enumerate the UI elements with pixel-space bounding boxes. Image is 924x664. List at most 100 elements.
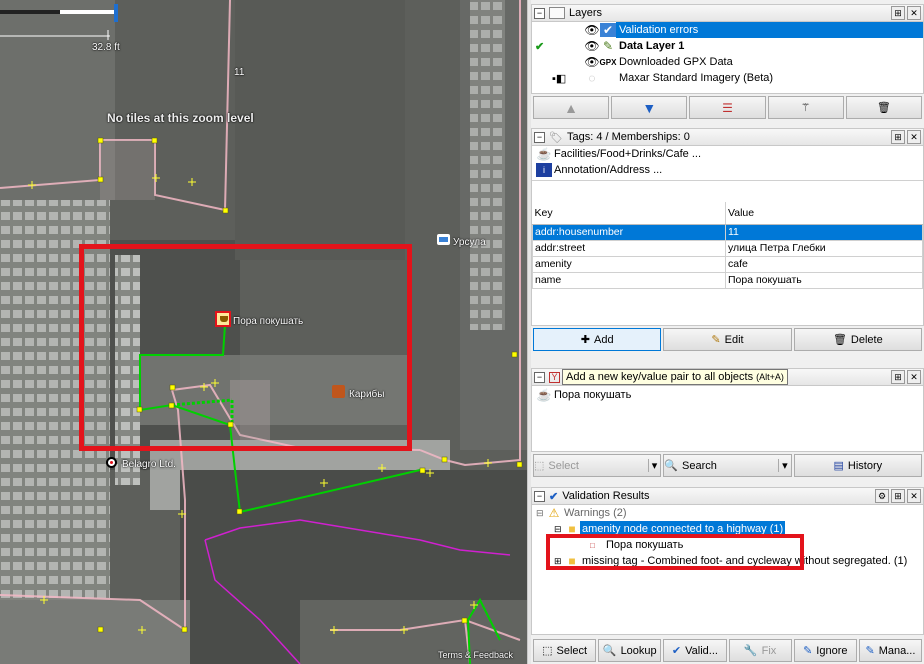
move-down-button[interactable]: ▼ [611,96,688,119]
preset-label: Facilities/Food+Drinks/Cafe ... [554,148,702,160]
select-icon: ⬚ [542,645,553,657]
history-icon: ▤ [833,460,844,472]
table-row[interactable]: amenity cafe [532,255,923,273]
validate-button[interactable]: ✔ Valid... [663,639,727,662]
search-button[interactable]: 🔍 Search ▾ [663,454,792,477]
layer-data-layer-1[interactable]: ✔ 👁 ✎ Data Layer 1 [532,38,923,54]
poi-ursula-label: Урсула [453,237,486,248]
tag-value[interactable]: Пора покушать [725,271,923,289]
warning-icon: ⚠ [548,506,560,520]
lookup-button[interactable]: 🔍 Lookup [598,639,662,662]
highlight-box [546,534,804,570]
layers-list: 👁 ✔ Validation errors ✔ 👁 ✎ Data Layer 1… [531,22,924,94]
layer-validation-errors[interactable]: 👁 ✔ Validation errors [532,22,923,38]
collapse-toggle[interactable]: − [534,371,545,383]
detach-icon[interactable]: ⊞ [891,489,905,503]
validation-icon: ✔ [600,23,616,37]
layers-panel: − Layers ⊞ ✕ 👁 ✔ Validation errors ✔ 👁 ✎ … [531,4,924,123]
preset-cafe[interactable]: ☕ Facilities/Food+Drinks/Cafe ... [532,146,923,162]
house-number-label: 11 [234,67,245,78]
tag-key[interactable]: name [532,271,726,289]
tag-value[interactable]: cafe [725,255,923,273]
tag-key[interactable]: addr:housenumber [532,223,726,241]
eye-closed-icon[interactable]: ◌ [584,71,600,85]
history-button[interactable]: ▤ History [793,454,922,477]
delete-tag-button[interactable]: 🗑 Delete [793,328,922,351]
poi-belagro-label: Belagro Ltd. [122,459,176,470]
wrench-icon: 🔧 [743,645,758,657]
collapse-toggle[interactable]: − [534,131,545,143]
tooltip-text: Add a new key/value pair to all objects [566,371,754,383]
button-label: Lookup [620,644,657,657]
close-icon[interactable]: ✕ [907,130,921,144]
button-label: Select [556,644,588,657]
merge-button[interactable]: ☰ [689,96,766,119]
layer-imagery[interactable]: ▪◧ ◌ Maxar Standard Imagery (Beta) [532,70,923,86]
ignore-button[interactable]: ✎ Ignore [793,639,857,662]
tag-key[interactable]: addr:street [532,239,726,257]
preset-address[interactable]: i Annotation/Address ... [532,162,923,178]
close-icon[interactable]: ✕ [907,6,921,20]
no-tiles-message: No tiles at this zoom level [107,111,254,125]
arrow-down-icon: ▼ [642,99,657,116]
highlight-box [79,244,412,451]
edit-tag-button[interactable]: ✎ Edit [663,328,792,351]
validation-icon: ✔ [549,490,559,503]
lookup-icon: 🔍 [602,645,617,657]
map-view[interactable]: 32.8 ft No tiles at this zoom level 11 У… [0,0,527,664]
tree-toggle-icon[interactable]: ⊟ [554,524,564,535]
fix-button[interactable]: 🔧 Fix [728,639,792,662]
move-up-button[interactable]: ▲ [533,96,610,119]
validation-panel: − ✔ Validation Results ⚙ ⊞ ✕ ⊟ ⚠ Warnings … [531,487,924,664]
layer-gpx[interactable]: 👁 GPX Downloaded GPX Data [532,54,923,70]
office-icon[interactable] [106,457,117,468]
add-tag-button[interactable]: ✚ Add [533,328,662,351]
collapse-toggle[interactable]: − [534,7,545,19]
eye-icon[interactable]: 👁 [584,39,600,53]
manage-button[interactable]: ✎ Mana... [858,639,923,662]
detach-icon[interactable]: ⊞ [891,6,905,20]
select-button[interactable]: ⬚ Select ▾ [533,454,662,477]
column-value-header[interactable]: Value [725,202,923,225]
tooltip-shortcut: (Alt+A) [756,372,784,382]
validation-tree: ⊟ ⚠ Warnings (2) ⊟ ■ amenity node connec… [531,505,924,635]
validation-select-button[interactable]: ⬚ Select [533,639,597,662]
show-hide-button[interactable]: ⚚ [767,96,844,119]
collapse-toggle[interactable]: − [534,490,545,502]
detach-icon[interactable]: ⊞ [891,370,905,384]
tree-toggle-icon[interactable]: ⊟ [536,508,546,519]
tag-value[interactable]: улица Петра Глебки [725,239,923,257]
table-row[interactable]: name Пора покушать [532,271,923,289]
delete-layer-button[interactable]: 🗑 [845,96,923,119]
table-row[interactable]: addr:housenumber 11 [532,223,923,241]
warnings-node[interactable]: ⊟ ⚠ Warnings (2) [532,505,923,521]
column-key-header[interactable]: Key [532,202,726,225]
layer-label: Maxar Standard Imagery (Beta) [619,72,774,84]
settings-icon[interactable]: ⚙ [875,489,889,503]
layer-label: Downloaded GPX Data [619,56,733,68]
attribution-link[interactable]: Terms & Feedback [438,650,513,660]
tags-toolbar: ✚ Add ✎ Edit 🗑 Delete [531,326,924,353]
selection-icon: Y [549,371,560,383]
close-icon[interactable]: ✕ [907,370,921,384]
arrow-up-icon: ▲ [564,99,579,116]
button-label: Valid... [685,644,718,657]
eye-icon[interactable]: 👁 [584,23,600,37]
chevron-down-icon[interactable]: ▾ [647,459,661,472]
trash-icon: 🗑 [876,102,891,114]
close-icon[interactable]: ✕ [907,489,921,503]
tag-icon: 🏷 [549,131,563,144]
hotel-icon[interactable] [437,234,450,245]
chevron-down-icon[interactable]: ▾ [778,459,791,472]
opacity-icon[interactable]: ▪◧ [552,72,580,85]
selection-panel: − Y ⊞ ✕ Add a new key/value pair to all o… [531,368,924,480]
tag-value[interactable]: 11 [725,223,923,241]
tag-key[interactable]: amenity [532,255,726,273]
list-item[interactable]: ☕ Пора покушать [532,386,923,402]
table-row[interactable]: addr:street улица Петра Глебки [532,239,923,257]
detach-icon[interactable]: ⊞ [891,130,905,144]
warnings-label: Warnings (2) [564,507,627,519]
merge-icon: ☰ [722,100,733,115]
active-check-icon: ✔ [535,40,545,53]
eye-icon[interactable]: 👁 [584,55,600,69]
